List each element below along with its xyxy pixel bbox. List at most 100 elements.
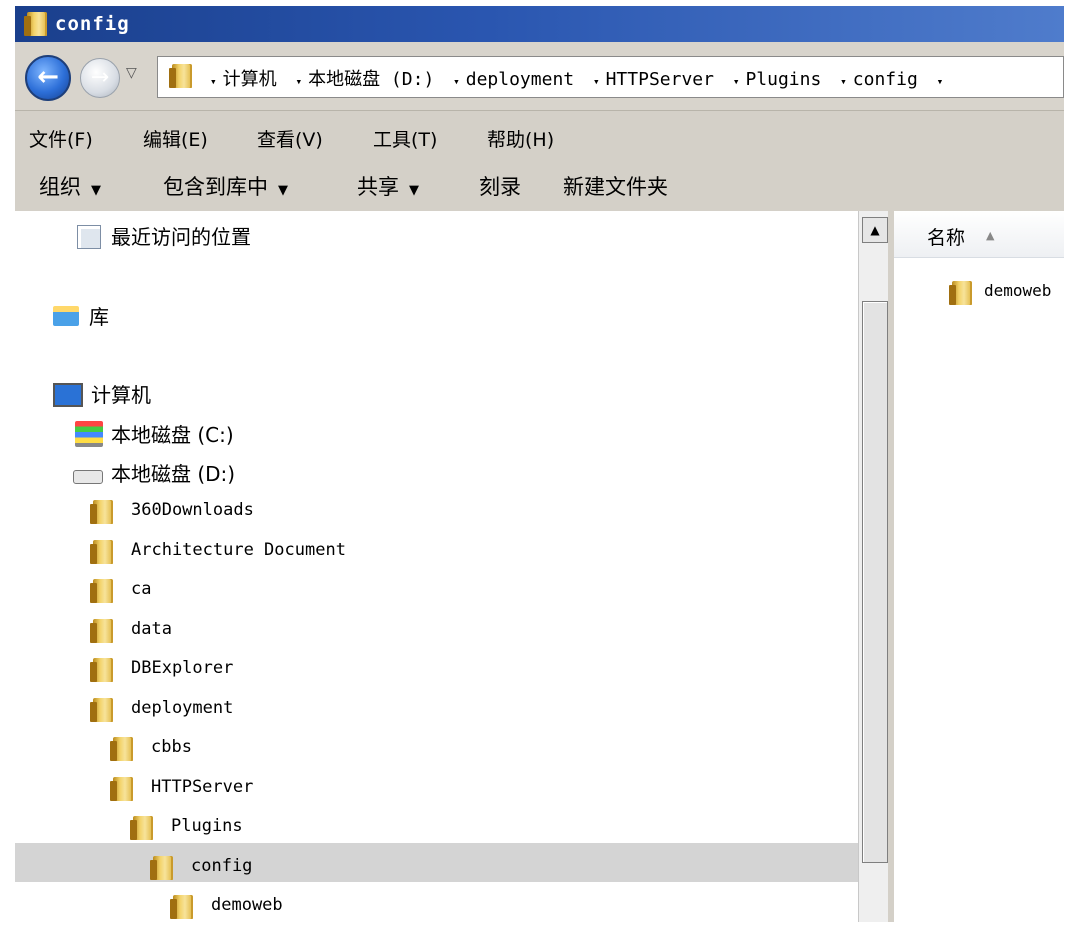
breadcrumb: ▾ 计算机 ▾ 本地磁盘 (D:) ▾ deployment ▾ HTTPServer … [208, 65, 949, 91]
tree-item-computer[interactable]: 计算机 [15, 375, 858, 413]
tree-item-library[interactable]: 库 [15, 297, 858, 335]
tree-item-folder[interactable]: deployment [15, 691, 858, 729]
tree-label: DBExplorer [131, 658, 234, 678]
share-label: 共享 [357, 175, 399, 199]
breadcrumb-separator[interactable]: ▾ [295, 75, 302, 88]
tree-label: Architecture Document [131, 540, 346, 560]
vertical-scrollbar[interactable]: ▲ [858, 211, 889, 922]
dropdown-arrow-icon: ▼ [278, 183, 288, 198]
tree-label: deployment [131, 698, 234, 718]
tree-item-drive-d[interactable]: 本地磁盘 (D:) [15, 454, 858, 492]
dropdown-arrow-icon: ▼ [409, 183, 419, 198]
folder-icon [170, 895, 193, 919]
tree-item-folder[interactable]: DBExplorer [15, 651, 858, 689]
breadcrumb-item-httpserver[interactable]: HTTPServer [606, 69, 714, 90]
breadcrumb-separator[interactable]: ▾ [937, 75, 944, 88]
folder-icon [110, 737, 133, 761]
breadcrumb-item-computer[interactable]: 计算机 [223, 69, 277, 90]
drive-d-icon [73, 470, 103, 484]
folder-icon [90, 698, 113, 722]
command-bar: 组织 ▼ 包含到库中 ▼ 共享 ▼ 刻录 新建文件夹 [15, 161, 1064, 211]
forward-button[interactable]: → [80, 58, 120, 98]
breadcrumb-item-plugins[interactable]: Plugins [745, 69, 821, 90]
column-header-name[interactable]: 名称 ▲ [894, 211, 1064, 258]
menu-edit[interactable]: 编辑(E) [143, 125, 208, 152]
folder-icon [110, 777, 133, 801]
tree-label: 最近访问的位置 [111, 225, 251, 249]
menu-file[interactable]: 文件(F) [29, 125, 93, 152]
breadcrumb-item-config[interactable]: config [853, 69, 918, 90]
tree-item-drive-c[interactable]: 本地磁盘 (C:) [15, 415, 858, 453]
tree-item-folder[interactable]: ca [15, 572, 858, 610]
tree-label: 库 [89, 305, 109, 329]
breadcrumb-item-deployment[interactable]: deployment [466, 69, 574, 90]
folder-icon [150, 856, 173, 880]
tree-item-folder[interactable]: 360Downloads [15, 493, 858, 531]
tree-label: 360Downloads [131, 500, 254, 520]
file-list-pane[interactable]: 名称 ▲ demoweb [894, 211, 1064, 922]
tree-label: data [131, 619, 172, 639]
breadcrumb-separator[interactable]: ▾ [840, 75, 847, 88]
scroll-up-button[interactable]: ▲ [862, 217, 888, 243]
tree-label: ca [131, 579, 152, 599]
menu-view[interactable]: 查看(V) [257, 125, 323, 152]
include-in-library-label: 包含到库中 [163, 175, 268, 199]
burn-button[interactable]: 刻录 [479, 171, 521, 201]
tree-item-folder[interactable]: data [15, 612, 858, 650]
tree-item-folder[interactable]: Architecture Document [15, 533, 858, 571]
computer-icon [53, 383, 83, 407]
menu-bar: 文件(F) 编辑(E) 查看(V) 工具(T) 帮助(H) [15, 111, 1064, 161]
folder-icon [24, 12, 47, 36]
sort-ascending-icon: ▲ [986, 229, 995, 242]
folder-icon [90, 500, 113, 524]
library-icon [53, 306, 79, 326]
breadcrumb-separator[interactable]: ▾ [593, 75, 600, 88]
file-item-label: demoweb [984, 281, 1052, 300]
tree-label: HTTPServer [151, 777, 254, 797]
recent-pages-dropdown[interactable]: ▽ [126, 65, 137, 81]
folder-icon [90, 579, 113, 603]
tree-item-folder[interactable]: demoweb [15, 888, 858, 922]
folder-icon [90, 540, 113, 564]
breadcrumb-item-drive-d[interactable]: 本地磁盘 (D:) [308, 69, 434, 90]
dropdown-arrow-icon: ▼ [91, 183, 101, 198]
tree-item-folder[interactable]: cbbs [15, 730, 858, 768]
navigation-bar: ← → ▽ ▾ 计算机 ▾ 本地磁盘 (D:) ▾ deployment ▾ HTTPS… [15, 42, 1064, 111]
scroll-thumb[interactable] [862, 301, 888, 863]
tree-item-folder[interactable]: HTTPServer [15, 770, 858, 808]
folder-icon [169, 64, 192, 88]
recent-places-icon [77, 225, 101, 249]
tree-item-folder[interactable]: Plugins [15, 809, 858, 847]
folder-icon [90, 619, 113, 643]
tree-item-recent-places[interactable]: 最近访问的位置 [15, 217, 858, 255]
window-title: config [55, 13, 130, 35]
tree-label: 本地磁盘 (C:) [111, 423, 234, 447]
menu-tools[interactable]: 工具(T) [373, 125, 437, 152]
share-button[interactable]: 共享 ▼ [357, 171, 419, 201]
tree-label: demoweb [211, 895, 283, 915]
file-item-demoweb[interactable]: demoweb [894, 275, 1064, 313]
tree-label: 本地磁盘 (D:) [111, 462, 236, 486]
folder-icon [949, 281, 972, 305]
folder-icon [130, 816, 153, 840]
breadcrumb-separator[interactable]: ▾ [733, 75, 740, 88]
tree-label: config [191, 856, 253, 876]
folder-icon [90, 658, 113, 682]
column-header-label: 名称 [927, 227, 966, 249]
tree-label: Plugins [171, 816, 243, 836]
navigation-pane[interactable]: 最近访问的位置 库 计算机 本地磁盘 (C:) 本地磁盘 (D:) 360Dow… [15, 211, 858, 922]
drive-c-icon [75, 421, 103, 447]
new-folder-button[interactable]: 新建文件夹 [563, 171, 668, 201]
include-in-library-button[interactable]: 包含到库中 ▼ [163, 171, 288, 201]
title-bar[interactable]: config [15, 6, 1064, 42]
breadcrumb-separator[interactable]: ▾ [453, 75, 460, 88]
organize-label: 组织 [39, 175, 81, 199]
address-bar[interactable]: ▾ 计算机 ▾ 本地磁盘 (D:) ▾ deployment ▾ HTTPServer … [157, 56, 1064, 98]
menu-help[interactable]: 帮助(H) [487, 125, 554, 152]
tree-item-folder[interactable]: config [15, 849, 858, 887]
organize-button[interactable]: 组织 ▼ [39, 171, 101, 201]
tree-label: 计算机 [91, 383, 151, 407]
tree-label: cbbs [151, 737, 192, 757]
breadcrumb-separator[interactable]: ▾ [210, 75, 217, 88]
back-button[interactable]: ← [25, 55, 71, 101]
